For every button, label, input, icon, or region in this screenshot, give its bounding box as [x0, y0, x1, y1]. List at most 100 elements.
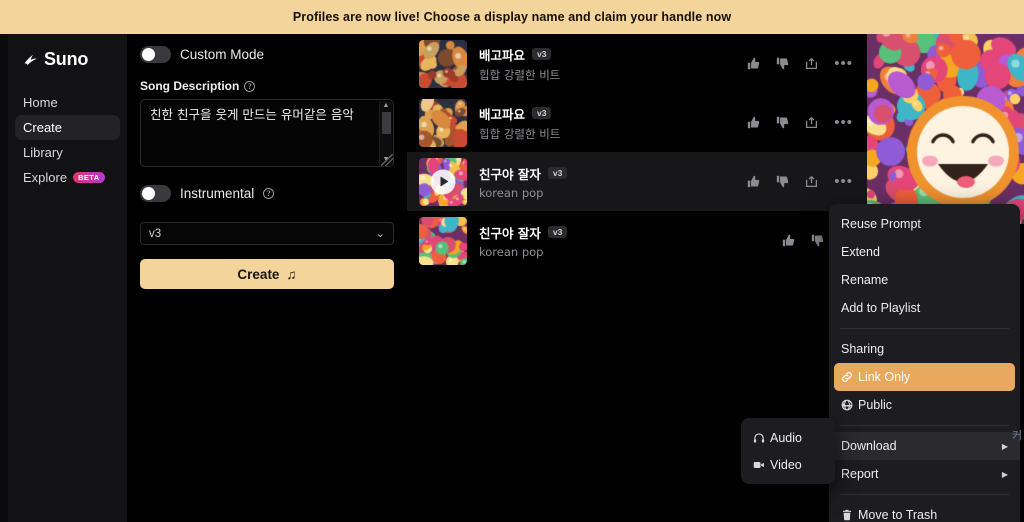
menu-item-label: Rename — [841, 273, 889, 287]
thumbs-down-icon[interactable] — [776, 116, 789, 129]
song-title: 배고파요 — [479, 106, 526, 122]
submenu-item-label: Video — [770, 457, 802, 472]
model-version-value: v3 — [149, 227, 162, 240]
beta-badge: BETA — [73, 171, 105, 184]
song-description-label: Song Description — [140, 79, 240, 93]
thumbs-down-icon[interactable] — [811, 234, 824, 247]
custom-mode-label: Custom Mode — [180, 47, 265, 62]
song-title: 친구야 잘자 — [479, 225, 541, 241]
share-icon[interactable] — [805, 116, 818, 129]
table-row[interactable]: 배고파요 v3 힙합 강렬한 비트 ••• — [407, 34, 867, 93]
menu-item-label: Link Only — [858, 370, 911, 384]
chevron-right-icon: ▶ — [1001, 469, 1008, 479]
brand-logo[interactable]: Suno — [8, 34, 127, 70]
menu-item-label: Move to Trash — [858, 508, 938, 522]
song-style: korean pop — [479, 185, 544, 200]
menu-item-move-to-trash[interactable]: Move to Trash — [829, 501, 1020, 522]
create-button-label: Create — [237, 266, 280, 282]
more-options-icon[interactable]: ••• — [834, 174, 853, 189]
song-artwork[interactable] — [419, 216, 467, 265]
sidebar-item-label: Library — [23, 145, 63, 160]
menu-item-report[interactable]: Report ▶ — [829, 460, 1020, 488]
song-artwork[interactable] — [419, 39, 467, 88]
promo-banner[interactable]: Profiles are now live! Choose a display … — [0, 0, 1024, 34]
thumbs-up-icon[interactable] — [747, 57, 760, 70]
instrumental-label: Instrumental — [180, 186, 255, 201]
headphones-icon — [753, 432, 770, 444]
thumbs-down-icon[interactable] — [776, 175, 789, 188]
play-icon[interactable] — [430, 169, 456, 194]
song-style: 힙합 강렬한 비트 — [479, 67, 561, 82]
help-icon[interactable]: ? — [263, 188, 275, 199]
share-icon[interactable] — [805, 57, 818, 70]
download-submenu: Audio Video — [741, 418, 835, 484]
song-style: 힙합 강렬한 비트 — [479, 126, 561, 141]
table-row[interactable]: 친구야 잘자 v3 korean pop — [407, 211, 867, 270]
menu-item-rename[interactable]: Rename — [829, 266, 1020, 294]
submenu-item-label: Audio — [770, 430, 802, 445]
song-description-wrapper: ▲ ▼ — [140, 99, 394, 167]
menu-item-label: Extend — [841, 245, 880, 259]
menu-item-label: Reuse Prompt — [841, 217, 921, 231]
promo-banner-text: Profiles are now live! Choose a display … — [292, 10, 732, 24]
menu-item-label: Sharing — [841, 342, 885, 356]
window-left-edge — [0, 34, 8, 522]
submenu-item-audio[interactable]: Audio — [741, 424, 835, 451]
song-artwork[interactable] — [419, 98, 467, 147]
model-version-select[interactable]: v3 ⌄ — [140, 222, 394, 245]
menu-item-label: Public — [858, 398, 893, 412]
sidebar: Suno Home Create Library Explore BETA — [8, 34, 128, 522]
menu-item-reuse-prompt[interactable]: Reuse Prompt — [829, 210, 1020, 238]
music-note-icon: ♫ — [286, 266, 297, 282]
version-chip: v3 — [547, 166, 568, 180]
song-meta: 배고파요 v3 힙합 강렬한 비트 — [479, 104, 747, 142]
thumbs-up-icon[interactable] — [747, 116, 760, 129]
create-panel: Custom Mode Song Description ? ▲ ▼ Instr… — [128, 34, 407, 522]
song-artwork[interactable] — [419, 157, 467, 206]
globe-icon — [841, 399, 858, 411]
sidebar-item-label: Explore — [23, 170, 68, 185]
menu-section-sharing: Sharing — [829, 335, 1020, 363]
thumbs-up-icon[interactable] — [747, 175, 760, 188]
custom-mode-row: Custom Mode — [140, 46, 394, 63]
menu-item-public[interactable]: Public — [829, 391, 1020, 419]
menu-item-link-only[interactable]: Link Only — [834, 363, 1015, 391]
sidebar-item-library[interactable]: Library — [15, 140, 120, 165]
menu-item-download[interactable]: Download ▶ — [829, 432, 1020, 460]
textarea-resize-grip[interactable] — [381, 154, 393, 166]
song-style: korean pop — [479, 244, 544, 259]
sidebar-item-create[interactable]: Create — [15, 115, 120, 140]
link-icon — [841, 371, 858, 383]
scroll-up-icon[interactable]: ▲ — [383, 101, 390, 111]
thumbs-up-icon[interactable] — [782, 234, 795, 247]
submenu-item-video[interactable]: Video — [741, 451, 835, 478]
menu-item-add-to-playlist[interactable]: Add to Playlist — [829, 294, 1020, 322]
sidebar-item-home[interactable]: Home — [15, 90, 120, 115]
more-options-icon[interactable]: ••• — [834, 115, 853, 130]
sidebar-item-explore[interactable]: Explore BETA — [15, 165, 120, 190]
sidebar-item-label: Home — [23, 95, 58, 110]
song-description-input[interactable] — [140, 99, 394, 167]
help-icon[interactable]: ? — [244, 80, 256, 92]
brand-name: Suno — [44, 49, 89, 69]
song-context-menu: Reuse Prompt Extend Rename Add to Playli… — [829, 204, 1020, 522]
menu-item-extend[interactable]: Extend — [829, 238, 1020, 266]
custom-mode-toggle[interactable] — [140, 46, 171, 63]
song-meta: 배고파요 v3 힙합 강렬한 비트 — [479, 45, 747, 83]
menu-item-label: Download — [841, 439, 897, 453]
thumbs-down-icon[interactable] — [776, 57, 789, 70]
menu-item-label: Add to Playlist — [841, 301, 921, 315]
table-row[interactable]: 친구야 잘자 v3 korean pop ••• — [407, 152, 867, 211]
chevron-right-icon: ▶ — [1001, 441, 1008, 451]
row-actions: ••• — [747, 56, 867, 71]
share-icon[interactable] — [805, 175, 818, 188]
suno-logo-icon — [22, 51, 39, 68]
sidebar-item-label: Create — [23, 120, 63, 135]
table-row[interactable]: 배고파요 v3 힙합 강렬한 비트 ••• — [407, 93, 867, 152]
scrollbar-thumb[interactable] — [381, 112, 391, 134]
instrumental-row: Instrumental ? — [140, 185, 394, 202]
more-options-icon[interactable]: ••• — [834, 56, 853, 71]
create-button[interactable]: Create ♫ — [140, 259, 394, 289]
song-meta: 친구야 잘자 v3 korean pop — [479, 223, 782, 259]
instrumental-toggle[interactable] — [140, 185, 171, 202]
